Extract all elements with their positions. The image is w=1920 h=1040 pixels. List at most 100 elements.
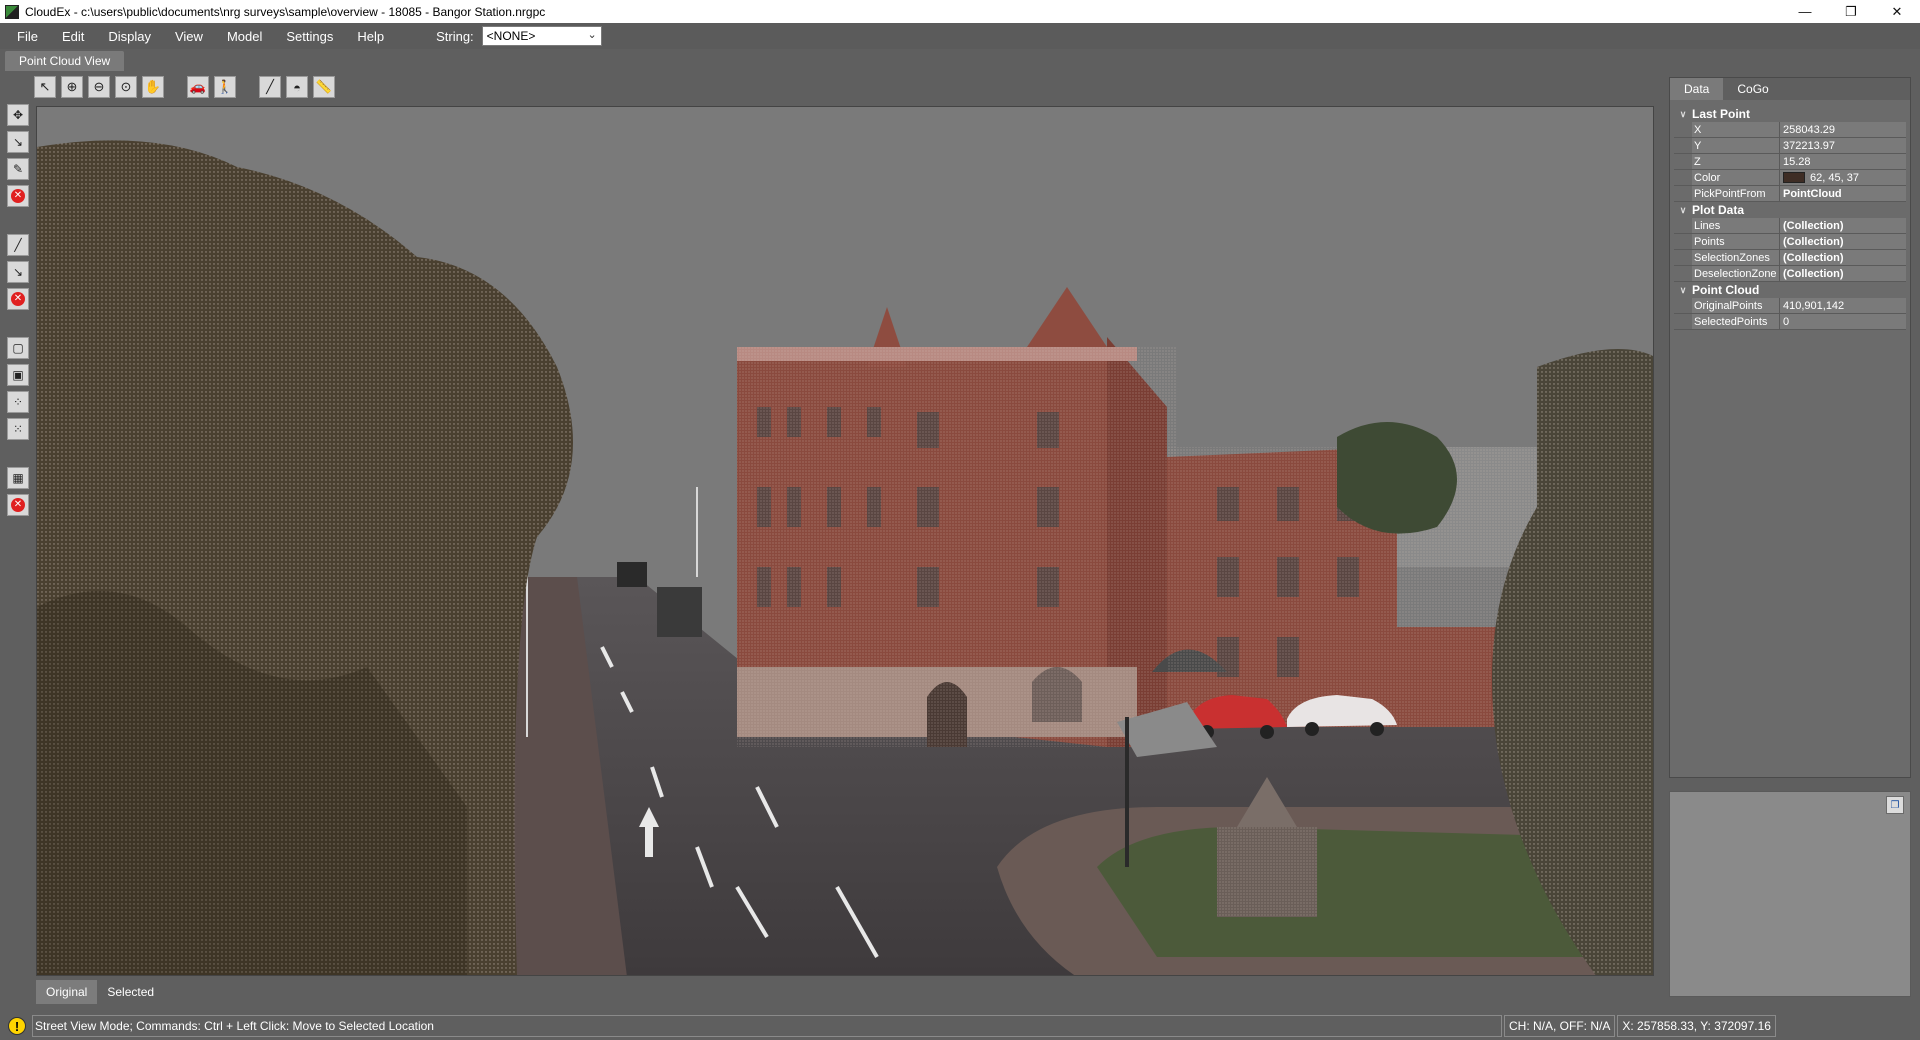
selection-zone-icon[interactable]: ▢ xyxy=(7,337,29,359)
property-value[interactable]: 410,901,142 xyxy=(1780,298,1906,313)
property-value[interactable]: 0 xyxy=(1780,314,1906,329)
menu-view[interactable]: View xyxy=(163,29,215,44)
point-cloud-scene xyxy=(37,107,1653,975)
property-value[interactable]: 62, 45, 37 xyxy=(1780,170,1906,185)
property-row[interactable]: Lines (Collection) xyxy=(1674,218,1906,234)
deselect-points-icon[interactable]: ⁙ xyxy=(7,418,29,440)
property-name: OriginalPoints xyxy=(1692,298,1780,313)
property-name: Y xyxy=(1692,138,1780,153)
pick-color-icon[interactable]: ✎ xyxy=(7,158,29,180)
point-cloud-viewport[interactable] xyxy=(36,106,1654,976)
property-value[interactable]: 15.28 xyxy=(1780,154,1906,169)
property-value[interactable]: (Collection) xyxy=(1780,250,1906,265)
grid-icon[interactable]: ▦ xyxy=(7,467,29,489)
menu-file[interactable]: File xyxy=(0,29,50,44)
property-row[interactable]: DeselectionZone (Collection) xyxy=(1674,266,1906,282)
property-name: SelectionZones xyxy=(1692,250,1780,265)
document-tab-strip: Point Cloud View xyxy=(0,49,1660,71)
move-icon[interactable]: ✥ xyxy=(7,104,29,126)
collapse-icon[interactable]: ∨ xyxy=(1674,109,1692,120)
category-plot-data[interactable]: ∨ Plot Data xyxy=(1674,202,1906,218)
string-select[interactable]: <NONE> ⌄ xyxy=(481,26,602,46)
close-button[interactable]: ✕ xyxy=(1874,0,1920,23)
walk-mode-icon[interactable]: 🚶 xyxy=(214,76,236,98)
tab-point-cloud-view[interactable]: Point Cloud View xyxy=(5,51,125,71)
clear-icon[interactable]: ✕ xyxy=(7,185,29,207)
category-point-cloud[interactable]: ∨ Point Cloud xyxy=(1674,282,1906,298)
left-toolbar: ✥ ↘ ✎ ✕ ╱ ↘ ✕ ▢ ▣ ⁘ ⁙ ▦ ✕ xyxy=(7,104,29,521)
tab-cogo[interactable]: CoGo xyxy=(1723,78,1782,100)
property-row[interactable]: Y 372213.97 xyxy=(1674,138,1906,154)
status-bar: ! Street View Mode; Commands: Ctrl + Lef… xyxy=(0,1012,1920,1040)
zoom-out-icon[interactable]: ⊖ xyxy=(88,76,110,98)
property-value[interactable]: (Collection) xyxy=(1780,218,1906,233)
status-channel: CH: N/A, OFF: N/A xyxy=(1504,1015,1616,1037)
property-name: Color xyxy=(1692,170,1780,185)
title-bar: CloudEx - c:\users\public\documents\nrg … xyxy=(0,0,1920,23)
app-icon xyxy=(5,4,19,19)
property-name: DeselectionZone xyxy=(1692,266,1780,281)
property-row[interactable]: OriginalPoints 410,901,142 xyxy=(1674,298,1906,314)
tab-selected[interactable]: Selected xyxy=(97,980,164,1004)
tab-original[interactable]: Original xyxy=(36,980,98,1004)
string-label: String: xyxy=(436,28,474,44)
property-value[interactable]: (Collection) xyxy=(1780,234,1906,249)
menu-bar: File Edit Display View Model Settings He… xyxy=(0,23,1920,49)
property-row[interactable]: Points (Collection) xyxy=(1674,234,1906,250)
zoom-in-icon[interactable]: ⊕ xyxy=(61,76,83,98)
menu-edit[interactable]: Edit xyxy=(50,29,96,44)
category-last-point[interactable]: ∨ Last Point xyxy=(1674,106,1906,122)
collapse-icon[interactable]: ∨ xyxy=(1674,205,1692,216)
warning-icon: ! xyxy=(8,1017,26,1035)
chevron-down-icon: ⌄ xyxy=(587,29,597,41)
property-value[interactable]: 372213.97 xyxy=(1780,138,1906,153)
pick-point-icon[interactable]: ↘ xyxy=(7,131,29,153)
measure-line-icon[interactable]: ╱ xyxy=(259,76,281,98)
property-value[interactable]: (Collection) xyxy=(1780,266,1906,281)
color-swatch xyxy=(1783,172,1805,183)
menu-settings[interactable]: Settings xyxy=(274,29,345,44)
zoom-extents-icon[interactable]: ⊙ xyxy=(115,76,137,98)
surface-icon[interactable]: ◓ xyxy=(286,76,308,98)
menu-help[interactable]: Help xyxy=(345,29,396,44)
property-row[interactable]: SelectionZones (Collection) xyxy=(1674,250,1906,266)
property-name: Points xyxy=(1692,234,1780,249)
draw-line-icon[interactable]: ╱ xyxy=(7,234,29,256)
string-select-value: <NONE> xyxy=(486,29,536,43)
properties-panel: Data CoGo ∨ Last Point X 258043.29 Y 372… xyxy=(1669,77,1911,778)
tab-data[interactable]: Data xyxy=(1670,78,1724,100)
clear-selection-icon[interactable]: ✕ xyxy=(7,494,29,516)
deselection-zone-icon[interactable]: ▣ xyxy=(7,364,29,386)
drive-mode-icon[interactable]: 🚗 xyxy=(187,76,209,98)
ruler-icon[interactable]: 📏 xyxy=(313,76,335,98)
draw-point-icon[interactable]: ↘ xyxy=(7,261,29,283)
property-row[interactable]: SelectedPoints 0 xyxy=(1674,314,1906,330)
station-building xyxy=(737,287,1177,747)
minimize-button[interactable]: — xyxy=(1782,0,1828,23)
select-arrow-icon[interactable]: ↖ xyxy=(34,76,56,98)
property-name: Lines xyxy=(1692,218,1780,233)
maximize-button[interactable]: ❐ xyxy=(1828,0,1874,23)
menu-display[interactable]: Display xyxy=(96,29,163,44)
property-row[interactable]: Z 15.28 xyxy=(1674,154,1906,170)
property-grid: ∨ Last Point X 258043.29 Y 372213.97 Z 1… xyxy=(1674,106,1906,330)
color-value: 62, 45, 37 xyxy=(1810,171,1859,184)
property-row[interactable]: Color 62, 45, 37 xyxy=(1674,170,1906,186)
view-toolbar: ↖ ⊕ ⊖ ⊙ ✋ 🚗 🚶 ╱ ◓ 📏 xyxy=(34,74,340,100)
window-title: CloudEx - c:\users\public\documents\nrg … xyxy=(25,4,546,19)
copy-icon[interactable]: ❐ xyxy=(1886,796,1904,814)
description-panel: ❐ xyxy=(1669,791,1911,997)
property-row[interactable]: X 258043.29 xyxy=(1674,122,1906,138)
pan-hand-icon[interactable]: ✋ xyxy=(142,76,164,98)
category-label: Last Point xyxy=(1692,107,1751,121)
properties-tabs: Data CoGo xyxy=(1670,78,1910,100)
select-points-icon[interactable]: ⁘ xyxy=(7,391,29,413)
property-row[interactable]: PickPointFrom PointCloud xyxy=(1674,186,1906,202)
property-value[interactable]: PointCloud xyxy=(1780,186,1906,201)
collapse-icon[interactable]: ∨ xyxy=(1674,285,1692,296)
property-value[interactable]: 258043.29 xyxy=(1780,122,1906,137)
menu-model[interactable]: Model xyxy=(215,29,274,44)
clear-lines-icon[interactable]: ✕ xyxy=(7,288,29,310)
property-name: PickPointFrom xyxy=(1692,186,1780,201)
property-name: X xyxy=(1692,122,1780,137)
